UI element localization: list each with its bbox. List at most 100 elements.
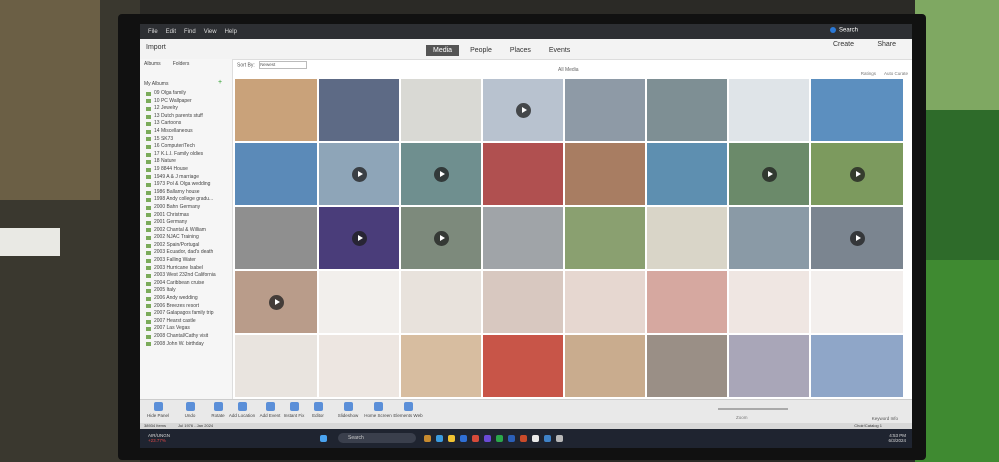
sidebar-album-item[interactable]: 2003 Ecuador, dad's death — [146, 249, 232, 257]
teams-icon[interactable] — [484, 435, 491, 442]
photo-thumbnail[interactable] — [647, 79, 727, 141]
photos-icon[interactable] — [544, 435, 551, 442]
photo-thumbnail[interactable] — [235, 143, 317, 205]
sidebar-album-item[interactable]: 2008 John W. birthday — [146, 341, 232, 349]
menu-file[interactable]: File — [148, 29, 158, 35]
sidebar-album-item[interactable]: 1998 Andy college gradu... — [146, 196, 232, 204]
photo-thumbnail[interactable] — [647, 207, 727, 269]
photo-thumbnail[interactable] — [401, 271, 481, 333]
sidebar-album-item[interactable]: 2002 Spain/Portugal — [146, 242, 232, 250]
photo-thumbnail[interactable] — [235, 335, 317, 397]
my-albums-heading[interactable]: My Albums — [144, 81, 168, 87]
photo-thumbnail[interactable] — [647, 271, 727, 333]
auto-curate-checkbox[interactable]: Auto Curate — [884, 71, 908, 76]
video-thumbnail[interactable] — [811, 143, 903, 205]
photo-thumbnail[interactable] — [647, 143, 727, 205]
search-button[interactable]: Search — [829, 27, 858, 34]
menu-find[interactable]: Find — [184, 29, 196, 35]
photo-thumbnail[interactable] — [565, 207, 645, 269]
photo-thumbnail[interactable] — [811, 271, 903, 333]
sidebar-album-item[interactable]: 2006 Andy wedding — [146, 295, 232, 303]
sidebar-album-item[interactable]: 1949 A & J marriage — [146, 174, 232, 182]
video-thumbnail[interactable] — [483, 79, 563, 141]
sidebar-album-item[interactable]: 2006 Breezes resort — [146, 303, 232, 311]
sort-select[interactable]: Newest — [259, 61, 308, 69]
menu-view[interactable]: View — [204, 29, 217, 35]
sidebar-album-item[interactable]: 2003 Hurricane Isabel — [146, 265, 232, 273]
albums-tab[interactable]: Albums — [144, 61, 161, 67]
photo-thumbnail[interactable] — [729, 79, 809, 141]
ratings-filter[interactable]: Ratings — [861, 71, 876, 76]
sidebar-album-item[interactable]: 2001 Germany — [146, 219, 232, 227]
sidebar-album-item[interactable]: 12 Jewelry — [146, 105, 232, 113]
sidebar-album-item[interactable]: 1986 Ballarny house — [146, 189, 232, 197]
sidebar-album-item[interactable]: 18 Nature — [146, 158, 232, 166]
video-thumbnail[interactable] — [401, 207, 481, 269]
video-thumbnail[interactable] — [235, 271, 317, 333]
stock-widget[interactable]: AIR/UNGN +23.77% — [148, 433, 170, 443]
menu-edit[interactable]: Edit — [166, 29, 176, 35]
sidebar-album-item[interactable]: 2005 Italy — [146, 287, 232, 295]
video-thumbnail[interactable] — [811, 207, 903, 269]
sidebar-album-item[interactable]: 2007 Hearst castle — [146, 318, 232, 326]
video-thumbnail[interactable] — [319, 143, 399, 205]
sidebar-album-item[interactable]: 2008 Chantal/Cathy visit — [146, 333, 232, 341]
video-thumbnail[interactable] — [729, 143, 809, 205]
photo-thumbnail[interactable] — [319, 271, 399, 333]
sidebar-album-item[interactable]: 1973 Pol & Olga wedding — [146, 181, 232, 189]
sidebar-album-item[interactable]: 16 Computer/Tech — [146, 143, 232, 151]
photo-thumbnail[interactable] — [565, 143, 645, 205]
task-view-icon[interactable] — [424, 435, 431, 442]
photo-thumbnail[interactable] — [647, 335, 727, 397]
start-icon[interactable] — [320, 435, 327, 442]
sidebar-album-item[interactable]: 15 SK73 — [146, 136, 232, 144]
add-album-icon[interactable]: + — [218, 79, 222, 86]
photo-thumbnail[interactable] — [401, 335, 481, 397]
photo-thumbnail[interactable] — [319, 335, 399, 397]
photo-thumbnail[interactable] — [319, 79, 399, 141]
photo-thumbnail[interactable] — [729, 271, 809, 333]
photo-thumbnail[interactable] — [235, 79, 317, 141]
photo-thumbnail[interactable] — [483, 335, 563, 397]
photo-thumbnail[interactable] — [729, 335, 809, 397]
file-explorer-icon[interactable] — [448, 435, 455, 442]
sidebar-album-item[interactable]: 09 Olga family — [146, 90, 232, 98]
video-thumbnail[interactable] — [401, 143, 481, 205]
store-icon[interactable] — [472, 435, 479, 442]
share-button[interactable]: Share — [877, 41, 896, 48]
photo-thumbnail[interactable] — [483, 271, 563, 333]
word-icon[interactable] — [508, 435, 515, 442]
sidebar-album-item[interactable]: 2007 Las Vegas — [146, 325, 232, 333]
mail-icon[interactable] — [460, 435, 467, 442]
sidebar-album-item[interactable]: 2003 Falling Water — [146, 257, 232, 265]
sidebar-album-item[interactable]: 14 Miscellaneous — [146, 128, 232, 136]
sidebar-album-item[interactable]: 2004 Caribbean cruise — [146, 280, 232, 288]
photo-thumbnail[interactable] — [235, 207, 317, 269]
menu-help[interactable]: Help — [225, 29, 237, 35]
photo-thumbnail[interactable] — [483, 143, 563, 205]
powerpoint-icon[interactable] — [520, 435, 527, 442]
settings-icon[interactable] — [556, 435, 563, 442]
tab-people[interactable]: People — [463, 45, 499, 56]
photo-thumbnail[interactable] — [729, 207, 809, 269]
photo-thumbnail[interactable] — [483, 207, 563, 269]
import-button[interactable]: Import — [146, 44, 166, 51]
sidebar-album-item[interactable]: 2002 Chantal & William — [146, 227, 232, 235]
sidebar-album-item[interactable]: 2002 NJAC Training — [146, 234, 232, 242]
photo-thumbnail[interactable] — [565, 335, 645, 397]
edge-icon[interactable] — [436, 435, 443, 442]
photo-thumbnail[interactable] — [401, 79, 481, 141]
create-button[interactable]: Create — [833, 41, 854, 48]
sidebar-album-item[interactable]: 2001 Christmas — [146, 212, 232, 220]
system-clock[interactable]: 4:53 PM 6/3/2024 — [888, 433, 906, 443]
tab-places[interactable]: Places — [503, 45, 538, 56]
sidebar-album-item[interactable]: 10 PC Wallpaper — [146, 98, 232, 106]
app-icon[interactable] — [532, 435, 539, 442]
tool-hide-panel[interactable]: Hide Panel — [140, 402, 176, 418]
sidebar-album-item[interactable]: 2003 West 232nd California — [146, 272, 232, 280]
sidebar-album-item[interactable]: 2007 Galapagos family trip — [146, 310, 232, 318]
folders-tab[interactable]: Folders — [173, 61, 190, 67]
photo-thumbnail[interactable] — [811, 79, 903, 141]
photo-thumbnail[interactable] — [811, 335, 903, 397]
excel-icon[interactable] — [496, 435, 503, 442]
